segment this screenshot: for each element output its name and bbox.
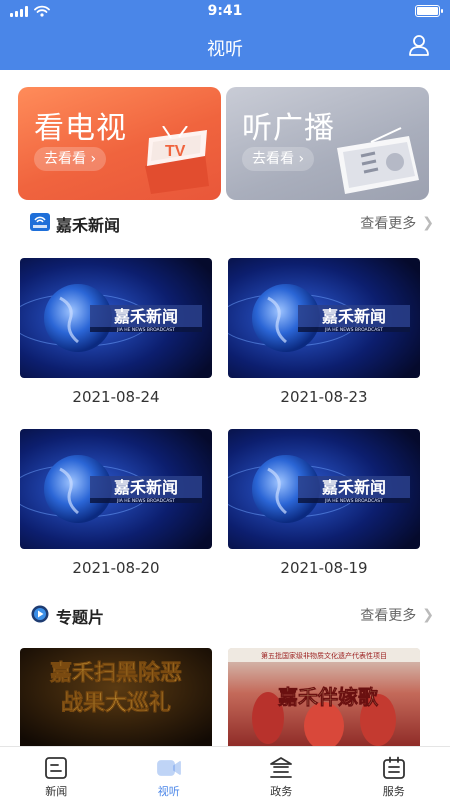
thumbnail-title: 嘉禾新闻 — [321, 307, 386, 326]
video-date: 2021-08-19 — [280, 559, 368, 577]
tv-icon: TV — [145, 126, 209, 194]
topic-card-wedding-song[interactable]: 第五批国家级非物质文化遗产代表性项目 嘉禾伴嫁歌 — [228, 648, 420, 748]
listen-radio-title: 听广播 — [242, 111, 335, 146]
tab-service-label: 服务 — [382, 785, 405, 798]
watch-tv-card[interactable]: 看电视 去看看 › TV — [18, 87, 221, 200]
status-time: 9:41 — [207, 3, 243, 19]
play-circle-icon — [31, 605, 49, 623]
svg-text:TV: TV — [165, 143, 186, 160]
news-icon — [45, 757, 68, 779]
page-title: 视听 — [207, 39, 243, 60]
tab-government[interactable]: 政务 — [225, 747, 338, 800]
tab-news-label: 新闻 — [45, 785, 68, 798]
news-video-card[interactable]: 嘉禾新闻 JIA HE NEWS BROADCAST 2021-08-19 — [228, 429, 420, 577]
topic-title: 嘉禾伴嫁歌 — [277, 685, 379, 709]
news-thumbnail[interactable]: 嘉禾新闻JIA HE NEWS BROADCAST — [20, 258, 212, 378]
listen-radio-go-button[interactable]: 去看看 › — [242, 147, 315, 171]
video-date: 2021-08-23 — [280, 388, 368, 406]
topic-section-title: 专题片 — [56, 608, 105, 627]
thumbnail-subtitle: JIA HE NEWS BROADCAST — [324, 498, 383, 504]
tab-government-label: 政务 — [270, 785, 293, 798]
tab-service[interactable]: 服务 — [338, 747, 450, 800]
topic-title-line2: 战果大巡礼 — [61, 690, 171, 716]
chevron-right-icon: ❯ — [422, 215, 434, 231]
news-video-card[interactable]: 嘉禾新闻 JIA HE NEWS BROADCAST 2021-08-20 — [20, 429, 212, 577]
topic-card-anti-crime[interactable]: 嘉禾扫黑除恶 战果大巡礼 — [20, 648, 212, 748]
topic-caption: 第五批国家级非物质文化遗产代表性项目 — [261, 651, 387, 660]
video-icon — [156, 760, 181, 776]
tab-video[interactable]: 视听 — [113, 747, 226, 800]
tab-news[interactable]: 新闻 — [0, 747, 113, 800]
calendar-icon — [382, 756, 405, 779]
thumbnail-subtitle: JIA HE NEWS BROADCAST — [324, 327, 383, 333]
topic-section-header: 专题片 查看更多 ❯ — [0, 602, 450, 627]
video-date: 2021-08-24 — [72, 388, 160, 406]
thumbnail-title: 嘉禾新闻 — [113, 307, 178, 326]
tab-video-label: 视听 — [157, 785, 180, 798]
news-video-card[interactable]: 嘉禾新闻 JIA HE NEWS BROADCAST 2021-08-23 — [228, 258, 420, 406]
news-section-header: 嘉禾新闻 查看更多 ❯ — [0, 210, 450, 235]
watch-tv-go-button[interactable]: 去看看 › — [34, 147, 107, 171]
news-view-more-link[interactable]: 查看更多 ❯ — [360, 213, 434, 233]
watch-tv-title: 看电视 — [34, 111, 127, 146]
thumbnail-subtitle: JIA HE NEWS BROADCAST — [116, 327, 175, 333]
listen-radio-card[interactable]: 听广播 去看看 › — [226, 87, 429, 200]
battery-icon — [415, 5, 443, 17]
video-date: 2021-08-20 — [72, 559, 160, 577]
chevron-right-icon: ❯ — [422, 607, 434, 623]
news-thumbnail[interactable]: 嘉禾新闻JIA HE NEWS BROADCAST — [228, 429, 420, 549]
news-thumbnail[interactable]: 嘉禾新闻JIA HE NEWS BROADCAST — [228, 258, 420, 378]
status-bar: 9:41 — [0, 0, 450, 22]
news-section-title: 嘉禾新闻 — [56, 216, 121, 235]
news-thumbnail[interactable]: 嘉禾新闻JIA HE NEWS BROADCAST — [20, 429, 212, 549]
topic-thumbnail[interactable]: 嘉禾扫黑除恶 战果大巡礼 — [20, 648, 212, 748]
bottom-tab-bar: 新闻 视听 政务 服务 — [0, 746, 450, 800]
topic-view-more-link[interactable]: 查看更多 ❯ — [360, 605, 434, 625]
topic-title-line1: 嘉禾扫黑除恶 — [50, 660, 182, 686]
government-icon — [270, 757, 293, 778]
thumbnail-subtitle: JIA HE NEWS BROADCAST — [116, 498, 175, 504]
topic-thumbnail[interactable]: 第五批国家级非物质文化遗产代表性项目 嘉禾伴嫁歌 — [228, 648, 420, 748]
radio-icon — [337, 127, 419, 194]
thumbnail-title: 嘉禾新闻 — [321, 478, 386, 497]
news-video-card[interactable]: 嘉禾新闻 JIA HE NEWS BROADCAST 2021-08-24 — [20, 258, 212, 406]
news-logo-icon — [30, 213, 50, 231]
user-icon[interactable] — [408, 34, 430, 56]
thumbnail-title: 嘉禾新闻 — [113, 478, 178, 497]
app-header: 9:41 视听 — [0, 0, 450, 70]
